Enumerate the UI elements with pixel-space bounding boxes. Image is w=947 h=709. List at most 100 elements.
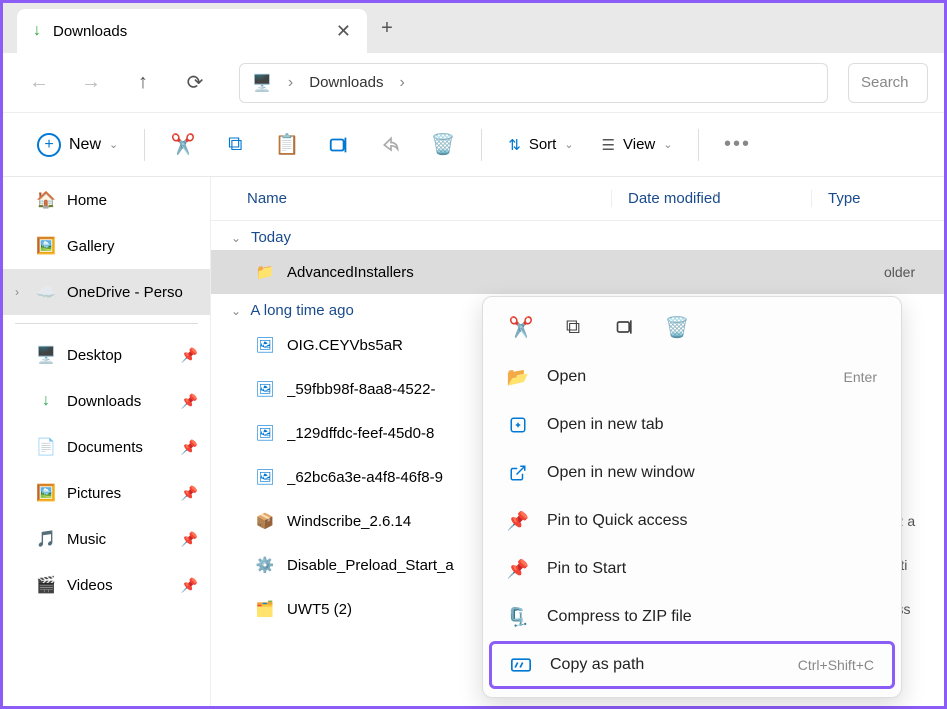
sort-icon: ⇅ xyxy=(508,136,521,154)
column-header: Name ⌄ Date modified Type xyxy=(211,177,944,221)
close-tab-icon[interactable]: ✕ xyxy=(336,21,351,42)
delete-icon[interactable]: 🗑️ xyxy=(421,123,465,167)
tab-title: Downloads xyxy=(53,23,324,40)
menu-label: Pin to Start xyxy=(547,560,877,578)
new-tab-button[interactable]: + xyxy=(367,17,407,40)
chevron-right-icon[interactable]: › xyxy=(288,74,293,92)
gallery-icon: 🖼️ xyxy=(35,235,57,257)
sidebar-item-videos[interactable]: 🎬 Videos 📌 xyxy=(3,562,210,608)
up-button[interactable]: ↑ xyxy=(123,63,163,103)
script-file-icon: ⚙️ xyxy=(255,555,275,575)
folder-icon: 📁 xyxy=(255,262,275,282)
sort-label: Sort xyxy=(529,136,557,153)
chevron-down-icon: ⌄ xyxy=(712,188,720,199)
refresh-button[interactable]: ⟳ xyxy=(175,63,215,103)
paste-icon[interactable]: 📋 xyxy=(265,123,309,167)
archive-file-icon: 📦 xyxy=(255,511,275,531)
sidebar-item-downloads[interactable]: ↓ Downloads 📌 xyxy=(3,378,210,424)
download-arrow-icon: ↓ xyxy=(33,22,41,40)
rename-icon[interactable] xyxy=(317,123,361,167)
separator xyxy=(144,129,145,161)
chevron-down-icon: ⌄ xyxy=(564,138,573,151)
file-name: AdvancedInstallers xyxy=(287,264,872,281)
shortcut: Ctrl+Shift+C xyxy=(798,657,874,673)
sidebar-item-label: Pictures xyxy=(67,485,121,502)
delete-icon[interactable]: 🗑️ xyxy=(663,313,691,341)
image-file-icon: 🖼 xyxy=(255,335,275,355)
context-menu-new-window[interactable]: Open in new window xyxy=(489,449,895,497)
sidebar-item-onedrive[interactable]: › ☁️ OneDrive - Perso xyxy=(3,269,210,315)
list-icon: ☰ xyxy=(602,136,615,154)
context-menu-open[interactable]: 📂 Open Enter xyxy=(489,353,895,401)
column-name[interactable]: Name xyxy=(211,190,611,207)
chevron-right-icon[interactable]: › xyxy=(399,74,404,92)
sidebar-item-documents[interactable]: 📄 Documents 📌 xyxy=(3,424,210,470)
menu-label: Open in new tab xyxy=(547,416,877,434)
share-icon[interactable] xyxy=(369,123,413,167)
sidebar-item-pictures[interactable]: 🖼️ Pictures 📌 xyxy=(3,470,210,516)
file-row[interactable]: 📁 AdvancedInstallers older xyxy=(211,250,944,294)
crumb-downloads[interactable]: Downloads xyxy=(309,74,383,91)
separator xyxy=(481,129,482,161)
folder-open-icon: 📂 xyxy=(507,366,529,388)
music-icon: 🎵 xyxy=(35,528,57,550)
menu-label: Pin to Quick access xyxy=(547,512,877,530)
forward-button[interactable]: → xyxy=(71,63,111,103)
shortcut: Enter xyxy=(844,369,877,385)
group-today[interactable]: ⌄ Today xyxy=(211,221,944,250)
sidebar-item-music[interactable]: 🎵 Music 📌 xyxy=(3,516,210,562)
rename-icon[interactable] xyxy=(611,313,639,341)
tab-bar: ↓ Downloads ✕ + xyxy=(3,3,944,53)
menu-label: Copy as path xyxy=(550,656,780,674)
image-file-icon: 🖼 xyxy=(255,423,275,443)
column-type[interactable]: Type xyxy=(811,190,861,207)
context-menu-copy-path[interactable]: Copy as path Ctrl+Shift+C xyxy=(489,641,895,689)
pictures-icon: 🖼️ xyxy=(35,482,57,504)
copy-icon[interactable]: ⧉ xyxy=(559,313,587,341)
copy-icon[interactable]: ⧉ xyxy=(213,123,257,167)
sidebar-item-desktop[interactable]: 🖥️ Desktop 📌 xyxy=(3,332,210,378)
desktop-icon: 🖥️ xyxy=(35,344,57,366)
pin-icon: 📌 xyxy=(181,439,198,456)
more-button[interactable]: ••• xyxy=(715,123,759,167)
context-menu-new-tab[interactable]: Open in new tab xyxy=(489,401,895,449)
menu-label: Open in new window xyxy=(547,464,877,482)
context-menu-pin-start[interactable]: 📌 Pin to Start xyxy=(489,545,895,593)
videos-icon: 🎬 xyxy=(35,574,57,596)
sidebar-item-label: Music xyxy=(67,531,106,548)
tab-downloads[interactable]: ↓ Downloads ✕ xyxy=(17,9,367,53)
chevron-down-icon: ⌄ xyxy=(231,231,241,245)
nav-toolbar: ← → ↑ ⟳ 🖥️ › Downloads › Search xyxy=(3,53,944,113)
pin-icon: 📌 xyxy=(181,393,198,410)
zip-file-icon: 🗂️ xyxy=(255,599,275,619)
sidebar-item-label: Gallery xyxy=(67,238,115,255)
view-button[interactable]: ☰ View ⌄ xyxy=(592,130,683,160)
sidebar-item-home[interactable]: 🏠 Home xyxy=(3,177,210,223)
context-menu: ✂️ ⧉ 🗑️ 📂 Open Enter Open in new tab Ope… xyxy=(482,296,902,698)
divider xyxy=(15,323,198,324)
pin-icon: 📌 xyxy=(507,558,529,580)
cut-icon[interactable]: ✂️ xyxy=(161,123,205,167)
this-pc-icon: 🖥️ xyxy=(252,73,272,93)
documents-icon: 📄 xyxy=(35,436,57,458)
column-date[interactable]: ⌄ Date modified xyxy=(611,190,811,207)
new-button[interactable]: + New ⌄ xyxy=(27,127,128,163)
context-menu-compress[interactable]: 🗜️ Compress to ZIP file xyxy=(489,593,895,641)
chevron-down-icon: ⌄ xyxy=(109,138,118,151)
search-input[interactable]: Search xyxy=(848,63,928,103)
back-button[interactable]: ← xyxy=(19,63,59,103)
pin-icon: 📌 xyxy=(181,577,198,594)
pin-icon: 📌 xyxy=(181,531,198,548)
pin-icon: 📌 xyxy=(507,510,529,532)
home-icon: 🏠 xyxy=(35,189,57,211)
group-label: Today xyxy=(251,229,291,246)
plus-circle-icon: + xyxy=(37,133,61,157)
breadcrumb[interactable]: 🖥️ › Downloads › xyxy=(239,63,828,103)
view-label: View xyxy=(623,136,655,153)
cut-icon[interactable]: ✂️ xyxy=(507,313,535,341)
sidebar-item-gallery[interactable]: 🖼️ Gallery xyxy=(3,223,210,269)
download-icon: ↓ xyxy=(35,390,57,412)
pin-icon: 📌 xyxy=(181,347,198,364)
context-menu-pin-quick[interactable]: 📌 Pin to Quick access xyxy=(489,497,895,545)
sort-button[interactable]: ⇅ Sort ⌄ xyxy=(498,130,583,160)
